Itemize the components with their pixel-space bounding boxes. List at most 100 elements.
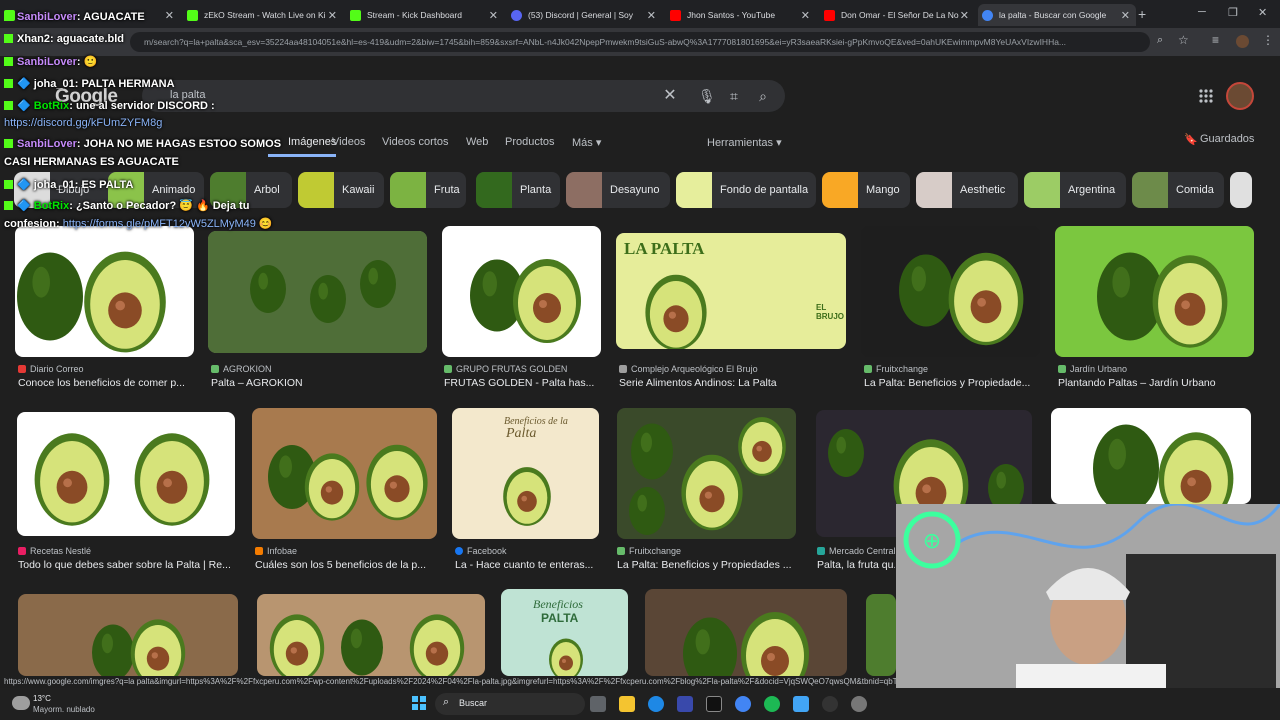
image-result[interactable] (257, 594, 485, 676)
source-label[interactable]: Fruitxchange (864, 364, 928, 374)
file-explorer-icon[interactable] (619, 696, 635, 712)
image-result[interactable] (1055, 226, 1254, 357)
zoom-icon[interactable]: ⌕ (1157, 34, 1163, 47)
image-result[interactable] (442, 226, 601, 357)
close-tab-icon[interactable]: ✕ (1121, 9, 1130, 22)
result-caption[interactable]: Todo lo que debes saber sobre la Palta |… (18, 559, 233, 571)
source-label[interactable]: AGROKION (211, 364, 272, 374)
lens-icon[interactable]: ⌗ (726, 88, 742, 104)
mic-icon[interactable]: 🎙 (698, 88, 716, 104)
close-tab-icon[interactable]: ✕ (165, 9, 174, 22)
edge-icon[interactable] (648, 696, 664, 712)
chip-comida[interactable]: Comida (1132, 172, 1224, 208)
source-label[interactable]: Facebook (455, 546, 507, 556)
tab-short-videos[interactable]: Videos cortos (382, 136, 448, 148)
close-window-icon[interactable]: ✕ (1258, 6, 1267, 19)
result-caption[interactable]: Conoce los beneficios de comer p... (18, 377, 194, 389)
chip-kawaii[interactable]: Kawaii (298, 172, 384, 208)
result-caption[interactable]: La Palta: Beneficios y Propiedades ... (617, 559, 797, 571)
image-result[interactable] (17, 412, 235, 536)
chip-planta[interactable]: Planta (476, 172, 560, 208)
store-icon[interactable] (677, 696, 693, 712)
source-label[interactable]: GRUPO FRUTAS GOLDEN (444, 364, 567, 374)
notepad-icon[interactable] (793, 696, 809, 712)
browser-tab[interactable]: Don Omar - El Señor De La No ✕ (820, 4, 975, 26)
image-result[interactable] (866, 594, 896, 676)
tab-videos[interactable]: Videos (332, 136, 365, 148)
source-label[interactable]: Infobae (255, 546, 297, 556)
source-label[interactable]: Fruitxchange (617, 546, 681, 556)
chat-message: SanbiLover: AGUACATE (4, 11, 145, 23)
url-field[interactable]: m/search?q=la+palta&sca_esv=35224aa48104… (130, 32, 1150, 52)
maximize-icon[interactable]: ❐ (1228, 6, 1238, 19)
bookmark-star-icon[interactable]: ☆ (1178, 33, 1189, 47)
account-avatar[interactable] (1226, 82, 1254, 110)
chip-desayuno[interactable]: Desayuno (566, 172, 670, 208)
chip-aesthetic[interactable]: Aesthetic (916, 172, 1018, 208)
browser-tab[interactable]: zEkO Stream - Watch Live on Ki ✕ (183, 4, 343, 26)
image-result[interactable] (645, 589, 847, 676)
close-tab-icon[interactable]: ✕ (647, 9, 656, 22)
app-icon[interactable] (706, 696, 722, 712)
apps-grid-icon[interactable] (1198, 88, 1214, 104)
windows-start-icon[interactable] (412, 696, 426, 710)
chip-fondo-de-pantalla[interactable]: Fondo de pantalla (676, 172, 816, 208)
source-label[interactable]: Mercado Central (817, 546, 896, 556)
browser-tab-active[interactable]: la palta - Buscar con Google ✕ (978, 4, 1136, 26)
saved-button[interactable]: Guardados (1200, 133, 1254, 145)
result-caption[interactable]: Palta – AGROKION (211, 377, 421, 389)
image-result[interactable] (208, 231, 427, 353)
browser-tab[interactable]: (53) Discord | General | Soy ✕ (507, 4, 662, 26)
close-tab-icon[interactable]: ✕ (960, 9, 969, 22)
menu-icon[interactable]: ≡ (1212, 33, 1219, 47)
browser-tab[interactable]: Stream - Kick Dashboard ✕ (346, 4, 504, 26)
result-caption[interactable]: FRUTAS GOLDEN - Palta has... (444, 377, 601, 389)
browser-tab[interactable]: Jhon Santos - YouTube ✕ (666, 4, 816, 26)
result-caption[interactable]: Palta, la fruta qu... (817, 559, 895, 571)
profile-avatar[interactable] (1236, 35, 1249, 48)
spotify-icon[interactable] (764, 696, 780, 712)
close-tab-icon[interactable]: ✕ (328, 9, 337, 22)
result-caption[interactable]: Serie Alimentos Andinos: La Palta (619, 377, 849, 389)
image-result[interactable] (1051, 408, 1251, 504)
source-label[interactable]: Jardín Urbano (1058, 364, 1127, 374)
chat-link[interactable]: https://discord.gg/kFUmZYFM8g (4, 117, 162, 129)
search-box[interactable]: la palta ✕ 🎙 ⌗ ⌕ (142, 80, 785, 112)
image-result[interactable]: Beneficios de la Palta (452, 408, 599, 539)
chip-fruta[interactable]: Fruta (390, 172, 466, 208)
image-result[interactable]: Beneficios PALTA (501, 589, 628, 676)
settings-icon[interactable] (851, 696, 867, 712)
clear-icon[interactable]: ✕ (662, 88, 678, 104)
image-result[interactable] (861, 226, 1040, 357)
image-result[interactable] (18, 594, 238, 676)
image-result[interactable]: LA PALTA EL BRUJO (616, 233, 846, 349)
new-tab-icon[interactable]: + (1138, 6, 1146, 22)
tools-button[interactable]: Herramientas ▾ (707, 136, 782, 149)
source-label[interactable]: Recetas Nestlé (18, 546, 91, 556)
tab-web[interactable]: Web (466, 136, 488, 148)
result-caption[interactable]: La - Hace cuanto te enteras... (455, 559, 600, 571)
avocado-image (549, 638, 583, 676)
chip-mango[interactable]: Mango (822, 172, 910, 208)
close-tab-icon[interactable]: ✕ (489, 9, 498, 22)
image-result[interactable] (15, 226, 194, 357)
result-caption[interactable]: La Palta: Beneficios y Propiedade... (864, 377, 1040, 389)
image-result[interactable] (617, 408, 796, 539)
source-label[interactable]: Diario Correo (18, 364, 84, 374)
chrome-icon[interactable] (735, 696, 751, 712)
close-tab-icon[interactable]: ✕ (801, 9, 810, 22)
result-caption[interactable]: Cuáles son los 5 beneficios de la p... (255, 559, 435, 571)
chip-argentina[interactable]: Argentina (1024, 172, 1126, 208)
source-label[interactable]: Complejo Arqueológico El Brujo (619, 364, 758, 374)
minimize-icon[interactable]: ─ (1198, 6, 1206, 18)
task-view-icon[interactable] (590, 696, 606, 712)
taskbar-search[interactable]: ⌕ Buscar (435, 693, 585, 715)
tab-products[interactable]: Productos (505, 136, 555, 148)
result-caption[interactable]: Plantando Paltas – Jardín Urbano (1058, 377, 1254, 389)
search-icon[interactable]: ⌕ (755, 88, 771, 104)
tab-more[interactable]: Más ▾ (572, 136, 601, 149)
chip-partial[interactable] (1230, 172, 1252, 208)
image-result[interactable] (252, 408, 437, 539)
more-icon[interactable]: ⋮ (1262, 33, 1274, 47)
obs-icon[interactable] (822, 696, 838, 712)
